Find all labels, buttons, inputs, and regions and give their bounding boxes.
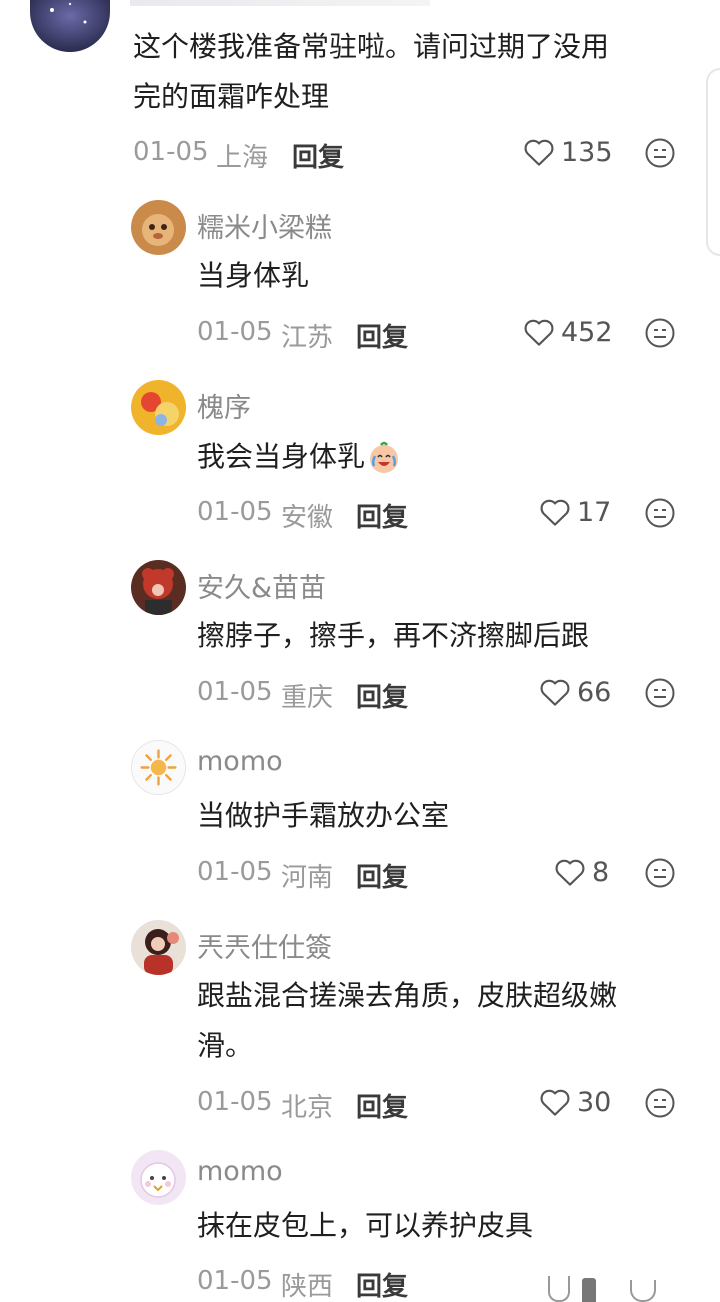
reply-button[interactable]: 回复 bbox=[356, 1087, 408, 1124]
commenter-name[interactable]: momo bbox=[197, 746, 283, 777]
comment-location: 重庆 bbox=[281, 683, 334, 713]
comment-location: 北京 bbox=[281, 1093, 334, 1123]
heart-outline-icon bbox=[555, 859, 585, 886]
comment-date: 01-05 bbox=[197, 497, 273, 527]
like-count: 66 bbox=[577, 676, 612, 708]
avatar[interactable] bbox=[131, 200, 186, 255]
like-button[interactable]: 17 bbox=[539, 492, 611, 532]
reply-button[interactable]: 回复 bbox=[356, 857, 408, 894]
avatar[interactable] bbox=[30, 0, 110, 52]
comment-text: 跟盐混合搓澡去角质，皮肤超级嫩 滑。 bbox=[197, 979, 618, 1062]
avatar[interactable] bbox=[131, 740, 186, 795]
commenter-name[interactable]: 槐序 bbox=[197, 386, 251, 425]
comment-text: 当做护手霜放办公室 bbox=[197, 799, 450, 832]
like-button[interactable]: 135 bbox=[523, 132, 613, 172]
commenter-name[interactable]: 安久&苗苗 bbox=[197, 566, 326, 605]
meh-face-icon[interactable] bbox=[644, 857, 676, 889]
comment-date: 01-05 bbox=[197, 317, 273, 347]
comment-date: 01-05 bbox=[133, 137, 209, 167]
comment-text: 这个楼我准备常驻啦。请问过期了没用 完的面霜咋处理 bbox=[133, 30, 610, 113]
heart-outline-icon bbox=[524, 319, 554, 346]
like-button[interactable]: 452 bbox=[523, 312, 613, 352]
commenter-name[interactable]: 糯米小梁糕 bbox=[197, 206, 332, 245]
heart-outline-icon bbox=[540, 679, 570, 706]
comment-location: 河南 bbox=[281, 863, 334, 893]
avatar[interactable] bbox=[131, 920, 186, 975]
meh-face-icon[interactable] bbox=[644, 137, 676, 169]
meh-face-icon[interactable] bbox=[644, 677, 676, 709]
side-scroll-handle[interactable] bbox=[706, 68, 720, 256]
like-count: 8 bbox=[592, 856, 610, 888]
partial-previous-name bbox=[130, 0, 430, 6]
comment-text: 我会当身体乳 bbox=[197, 432, 401, 482]
commenter-name[interactable]: momo bbox=[197, 1156, 283, 1187]
comment-text: 当身体乳 bbox=[197, 259, 310, 292]
comment-date: 01-05 bbox=[197, 1266, 273, 1296]
meh-face-icon[interactable] bbox=[644, 317, 676, 349]
heart-outline-icon bbox=[540, 1089, 570, 1116]
like-count: 135 bbox=[561, 136, 613, 168]
like-button[interactable]: 66 bbox=[539, 672, 611, 712]
comment-text: 擦脖子，擦手，再不济擦脚后跟 bbox=[197, 619, 590, 652]
partial-like-row bbox=[548, 1268, 678, 1302]
comment-location: 江苏 bbox=[281, 323, 334, 353]
avatar[interactable] bbox=[131, 1150, 186, 1205]
meh-face-icon[interactable] bbox=[644, 1087, 676, 1119]
like-count: 17 bbox=[577, 496, 612, 528]
like-count: 30 bbox=[577, 1086, 612, 1118]
crying-laughing-emoji bbox=[370, 441, 399, 473]
comment-text: 抹在皮包上，可以养护皮具 bbox=[197, 1209, 534, 1242]
comment-location: 上海 bbox=[216, 143, 269, 173]
comment-location: 安徽 bbox=[281, 503, 334, 533]
meh-face-icon[interactable] bbox=[644, 497, 676, 529]
avatar[interactable] bbox=[131, 380, 186, 435]
comment-location: 陕西 bbox=[281, 1272, 334, 1302]
comment-date: 01-05 bbox=[197, 677, 273, 707]
like-button[interactable]: 30 bbox=[539, 1082, 611, 1122]
like-button[interactable]: 8 bbox=[554, 852, 609, 892]
avatar[interactable] bbox=[131, 560, 186, 615]
heart-outline-icon bbox=[524, 139, 554, 166]
comment-date: 01-05 bbox=[197, 1087, 273, 1117]
reply-button[interactable]: 回复 bbox=[356, 1266, 408, 1302]
comment-date: 01-05 bbox=[197, 857, 273, 887]
reply-button[interactable]: 回复 bbox=[292, 137, 344, 174]
reply-button[interactable]: 回复 bbox=[356, 677, 408, 714]
like-count: 452 bbox=[561, 316, 613, 348]
reply-button[interactable]: 回复 bbox=[356, 497, 408, 534]
reply-button[interactable]: 回复 bbox=[356, 317, 408, 354]
heart-outline-icon bbox=[540, 499, 570, 526]
commenter-name[interactable]: 兲兲仕仕簽 bbox=[197, 926, 332, 965]
